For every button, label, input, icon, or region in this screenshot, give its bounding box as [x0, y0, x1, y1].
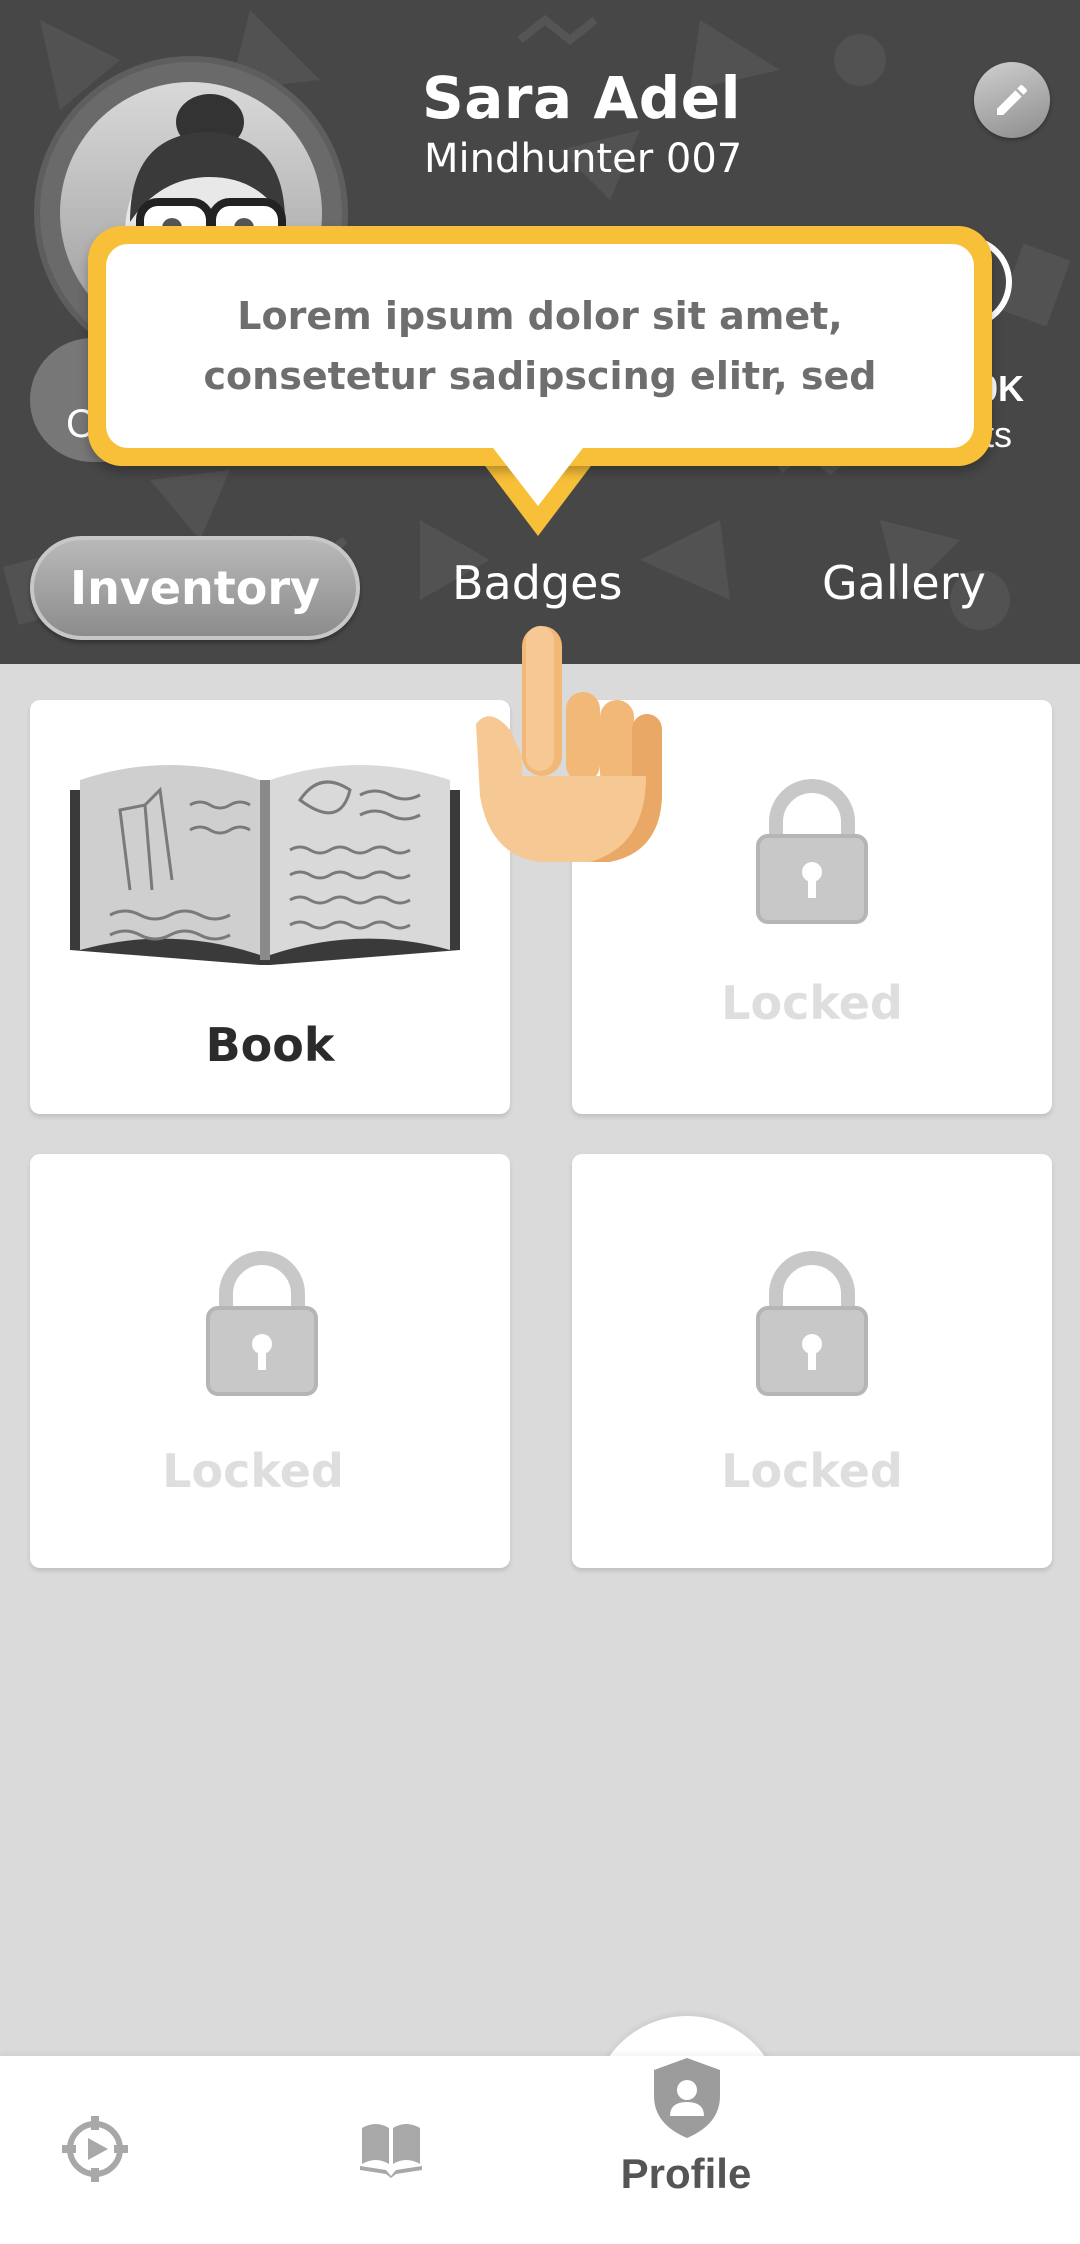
tutorial-tooltip: Lorem ipsum dolor sit amet, consetetur s… — [88, 226, 992, 466]
item-label: Locked — [721, 1444, 903, 1498]
tooltip-body: Lorem ipsum dolor sit amet, consetetur s… — [106, 244, 974, 448]
user-name: Sara Adel — [422, 64, 741, 132]
item-label: Book — [205, 1018, 335, 1072]
nav-profile-label[interactable]: Profile — [586, 2150, 786, 2198]
item-label: Locked — [721, 976, 903, 1030]
tab-badges[interactable]: Badges — [452, 556, 622, 610]
inventory-item-locked[interactable]: Locked — [572, 1154, 1052, 1568]
tooltip-arrow-inner — [490, 444, 586, 506]
lock-icon — [756, 1251, 868, 1396]
play-target-icon[interactable] — [60, 2114, 130, 2184]
tab-inventory-label: Inventory — [69, 561, 321, 615]
lock-icon — [206, 1251, 318, 1396]
user-subtitle: Mindhunter 007 — [424, 136, 743, 182]
tooltip-text: Lorem ipsum dolor sit amet, consetetur s… — [203, 294, 877, 398]
shield-user-icon[interactable] — [650, 2056, 724, 2140]
tab-inventory[interactable]: Inventory — [30, 536, 360, 640]
inventory-item-locked[interactable]: Locked — [30, 1154, 510, 1568]
book-icon[interactable] — [358, 2118, 424, 2178]
item-label: Locked — [162, 1444, 344, 1498]
edit-profile-button[interactable] — [974, 62, 1050, 138]
bottom-navigation — [0, 2056, 1080, 2244]
open-book-icon — [70, 765, 460, 965]
pointing-hand-icon — [476, 626, 662, 862]
lock-icon — [756, 779, 868, 924]
pencil-icon — [997, 84, 1027, 115]
tab-gallery[interactable]: Gallery — [822, 556, 986, 610]
inventory-item-book[interactable]: Book — [30, 700, 510, 1114]
